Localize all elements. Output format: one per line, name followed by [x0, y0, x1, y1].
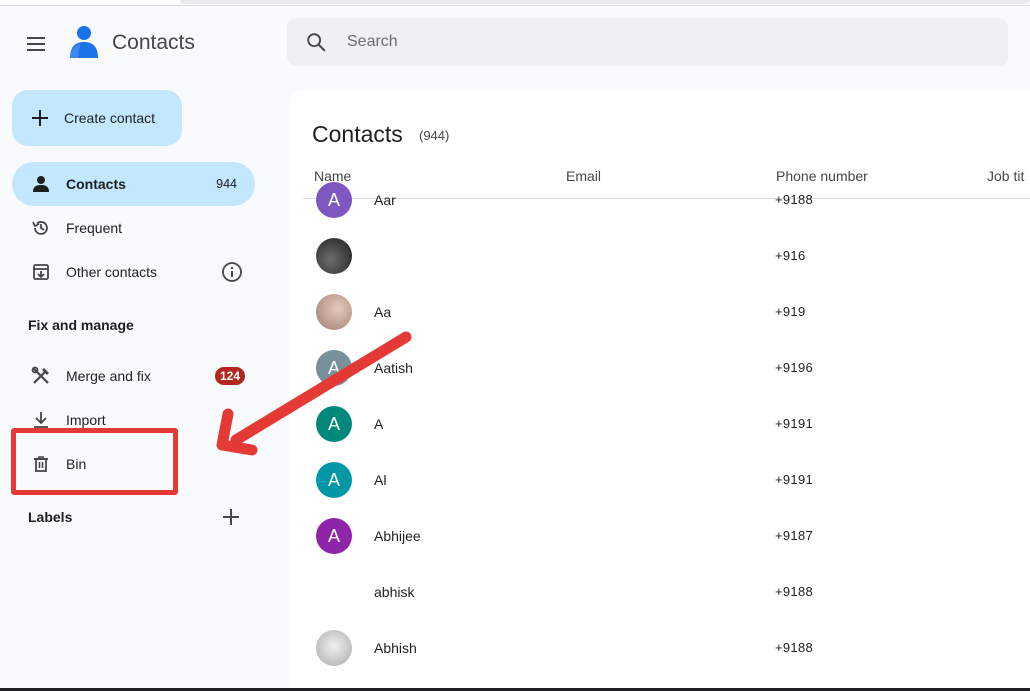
contact-phone: +9196	[775, 360, 814, 375]
archive-download-icon	[30, 261, 52, 283]
sidebar-item-contacts[interactable]: Contacts 944	[12, 162, 255, 206]
trash-icon	[30, 453, 52, 475]
table-row[interactable]: A A +9191	[289, 396, 1030, 452]
contact-phone: +9188	[775, 584, 814, 599]
contact-phone: +9191	[775, 472, 814, 487]
table-row[interactable]: +916	[289, 228, 1030, 284]
add-label-icon[interactable]	[220, 506, 242, 528]
contact-name: Abhish	[374, 640, 417, 656]
sidebar-item-merge-and-fix[interactable]: Merge and fix 124	[12, 354, 255, 398]
avatar: A	[316, 462, 352, 498]
contact-phone: +9191	[775, 416, 814, 431]
menu-icon-line	[27, 37, 45, 39]
browser-bar	[180, 0, 1030, 4]
contact-name: Al	[374, 472, 387, 488]
history-icon	[30, 217, 52, 239]
create-contact-label: Create contact	[64, 110, 156, 126]
avatar	[316, 294, 352, 330]
person-icon	[30, 173, 52, 195]
contact-name: Aatish	[374, 360, 413, 376]
table-row[interactable]: Abhish +9188	[289, 620, 1030, 676]
sidebar-item-label: Other contacts	[66, 264, 158, 280]
main-menu-button[interactable]	[24, 32, 48, 56]
search-icon[interactable]	[305, 31, 327, 53]
avatar	[316, 238, 352, 274]
table-row[interactable]: A Al +9191	[289, 452, 1030, 508]
contact-phone: +919	[775, 304, 806, 319]
contact-name: Aar	[374, 192, 396, 208]
avatar: A	[316, 406, 352, 442]
contact-name: Abhijee	[374, 528, 421, 544]
search-bar[interactable]	[287, 18, 1008, 66]
menu-icon-line	[27, 43, 45, 45]
sidebar-item-label: Contacts	[66, 176, 126, 192]
browser-top-strip	[0, 0, 1030, 6]
table-row[interactable]: A Aar +9188	[289, 172, 1030, 228]
info-icon[interactable]	[221, 261, 243, 283]
sidebar-item-import[interactable]: Import	[12, 398, 255, 442]
avatar: A	[316, 182, 352, 218]
avatar: A	[316, 350, 352, 386]
fix-and-manage-heading: Fix and manage	[28, 317, 134, 333]
avatar: A	[316, 518, 352, 554]
avatar	[316, 574, 352, 610]
avatar	[316, 630, 352, 666]
sidebar-item-other-contacts[interactable]: Other contacts	[12, 250, 255, 294]
menu-icon-line	[27, 49, 45, 51]
contact-phone: +9188	[775, 640, 814, 655]
contacts-panel: Contacts (944) Name Email Phone number J…	[289, 90, 1030, 691]
create-contact-button[interactable]: Create contact	[12, 90, 182, 146]
contacts-count: 944	[216, 177, 237, 191]
app-title: Contacts	[112, 31, 195, 54]
page-title: Contacts	[312, 121, 403, 147]
sidebar-item-label: Import	[66, 412, 106, 428]
contact-name: A	[374, 416, 384, 432]
contacts-total-count: (944)	[419, 128, 450, 143]
table-row[interactable]: abhisk +9188	[289, 564, 1030, 620]
sidebar-item-label: Frequent	[66, 220, 123, 236]
sidebar-item-frequent[interactable]: Frequent	[12, 206, 255, 250]
search-input[interactable]	[347, 33, 947, 51]
merge-tools-icon	[30, 365, 52, 387]
download-icon	[30, 409, 52, 431]
labels-heading: Labels	[28, 509, 73, 525]
contact-phone: +9187	[775, 528, 814, 543]
sidebar-item-bin[interactable]: Bin	[12, 442, 255, 486]
sidebar-item-label: Bin	[66, 456, 87, 472]
table-row[interactable]: A Aatish +9196	[289, 340, 1030, 396]
contacts-logo-icon	[70, 26, 98, 58]
plus-icon	[32, 110, 48, 126]
table-row[interactable]: Aa +919	[289, 284, 1030, 340]
contact-phone: +9188	[775, 192, 814, 207]
contact-name: Aa	[374, 304, 392, 320]
contact-name: abhisk	[374, 584, 415, 600]
table-row[interactable]: A Abhijee +9187	[289, 508, 1030, 564]
sidebar-item-label: Merge and fix	[66, 368, 151, 384]
merge-count-badge: 124	[214, 367, 245, 385]
contact-phone: +916	[775, 248, 806, 263]
